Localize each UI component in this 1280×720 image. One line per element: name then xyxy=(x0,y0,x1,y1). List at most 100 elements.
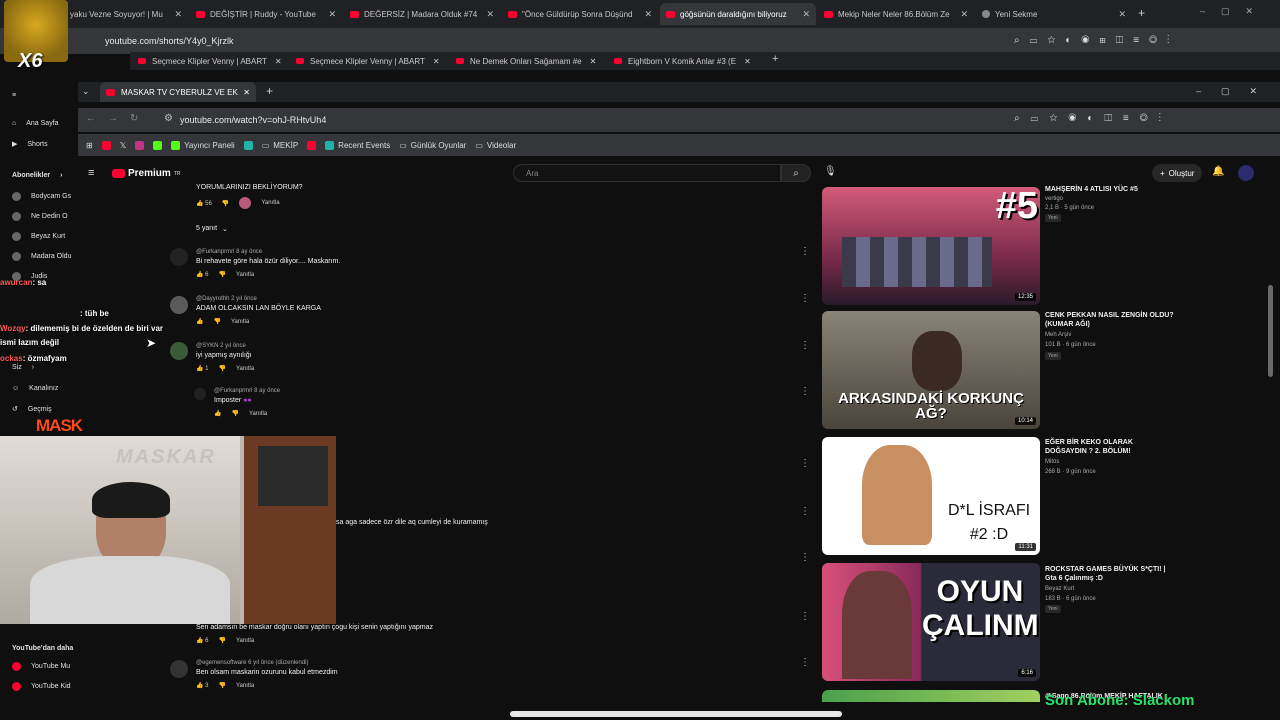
second-tab-1[interactable]: Seçmece Klipler Venny | ABART ✕ xyxy=(296,53,442,69)
video-title[interactable]: CENK PEKKAN NASIL ZENGİN OLDU? (KUMAR AĞ… xyxy=(1045,311,1175,329)
bookmark-daily-games[interactable]: ▭ Günlük Oyunlar xyxy=(399,141,466,150)
bookmark-kick[interactable] xyxy=(153,140,163,150)
close-icon[interactable]: ✕ xyxy=(168,9,182,20)
avatar[interactable] xyxy=(170,296,188,314)
bookmark-misc[interactable] xyxy=(243,140,253,150)
replies-toggle[interactable]: 5 yanıt ⌄ xyxy=(196,225,228,233)
second-tab-0[interactable]: Seçmece Klipler Venny | ABART ✕ xyxy=(138,53,284,69)
bookmark-youtube-2[interactable] xyxy=(307,140,317,150)
outer-url-text[interactable]: youtube.com/shorts/Y4y0_Kjrzlk xyxy=(105,36,234,46)
close-icon[interactable]: ✕ xyxy=(796,9,810,20)
video-channel[interactable]: vertigo xyxy=(1045,195,1175,204)
sidebar-item-yt-kids[interactable]: YouTube Kid xyxy=(12,682,71,691)
more-options-icon[interactable]: ⋮ xyxy=(800,611,810,622)
youtube-logo[interactable]: Premium TR xyxy=(112,168,180,179)
video-channel[interactable]: Beyaz Kurt xyxy=(1045,585,1175,594)
like-icon[interactable]: 👍 xyxy=(214,410,221,417)
bookmark-videos[interactable]: ▭ Videolar xyxy=(475,141,516,150)
video-title[interactable]: EĞER BİR KEKO OLARAK DOĞSAYDIN ? 2. BÖLÜ… xyxy=(1045,438,1175,456)
sidebar-sub-2[interactable]: Beyaz Kurt xyxy=(12,232,65,241)
dislike-icon[interactable]: 👎 xyxy=(218,365,225,372)
dislike-icon[interactable]: 👎 xyxy=(222,200,229,207)
scrollbar-thumb[interactable] xyxy=(1268,285,1273,377)
bookmark-mekip[interactable]: ▭ MEKİP xyxy=(262,141,298,150)
sidebar-item-home[interactable]: ⌂ Ana Sayfa xyxy=(12,120,59,127)
more-options-icon[interactable]: ⋮ xyxy=(800,506,810,517)
like-icon[interactable]: 👍 56 xyxy=(196,200,212,207)
close-icon[interactable]: ✕ xyxy=(433,57,440,66)
bookmark-instagram[interactable] xyxy=(135,140,145,150)
avatar[interactable] xyxy=(194,388,206,400)
sidebar-item-you[interactable]: Siz › xyxy=(12,364,34,371)
video-title[interactable]: ROCKSTAR GAMES BÜYÜK S*ÇTI! | Gta 6 Çalı… xyxy=(1045,565,1175,583)
sidebar-sub-3[interactable]: Madara Oldu xyxy=(12,252,71,261)
bookmark-youtube[interactable] xyxy=(101,140,111,150)
outer-tab-1[interactable]: DEĞİŞTİR | Ruddy - YouTube ✕ xyxy=(190,3,342,25)
close-icon[interactable]: ✕ xyxy=(954,9,968,20)
reply-button[interactable]: Yanıtla xyxy=(236,366,254,372)
nav-buttons[interactable]: ←→↻ xyxy=(86,113,150,124)
comment-author[interactable]: @SYKN xyxy=(196,343,218,349)
sidebar-item-yt-music[interactable]: YouTube Mu xyxy=(12,662,70,671)
avatar[interactable] xyxy=(1238,165,1254,181)
inner-url-text[interactable]: youtube.com/watch?v=ohJ-RHtvUh4 xyxy=(180,115,326,125)
more-options-icon[interactable]: ⋮ xyxy=(800,246,810,257)
window-controls[interactable]: –▢✕ xyxy=(1196,86,1277,97)
comment-author[interactable]: @egemensoftware xyxy=(196,660,246,666)
close-icon[interactable]: ✕ xyxy=(590,57,597,66)
create-button[interactable]: + Oluştur xyxy=(1152,164,1203,182)
search-input[interactable]: Ara xyxy=(513,164,781,182)
search-button[interactable]: ⌕ xyxy=(781,164,811,182)
outer-tab-4-active[interactable]: göğsünün daraldığını biliyoruz ✕ xyxy=(660,3,816,25)
apps-icon[interactable]: ⊞ xyxy=(86,141,93,150)
reply-button[interactable]: Yanıtla xyxy=(236,272,254,278)
sidebar-item-shorts[interactable]: ▶ Shorts xyxy=(12,140,48,149)
video-title[interactable]: MAHŞERİN 4 ATLISI YÜC #5 xyxy=(1045,185,1175,194)
video-thumbnail[interactable]: OYUN ÇALINMIŞ 6:16 xyxy=(822,563,1040,681)
more-options-icon[interactable]: ⋮ xyxy=(800,386,810,397)
dislike-icon[interactable]: 👎 xyxy=(218,271,225,278)
like-icon[interactable]: 👍 1 xyxy=(196,365,208,372)
reply-button[interactable]: Yanıtla xyxy=(236,683,254,689)
second-tab-3[interactable]: Eightborn V Komik Anlar #3 (E ✕ xyxy=(614,53,760,69)
outer-tab-6[interactable]: Yeni Sekme ✕ xyxy=(976,3,1132,25)
bell-icon[interactable]: 🔔 xyxy=(1212,166,1224,177)
close-icon[interactable]: ✕ xyxy=(1112,9,1126,20)
close-icon[interactable]: ✕ xyxy=(275,57,282,66)
reply-button[interactable]: Yanıtla xyxy=(261,200,279,206)
new-tab-button[interactable]: + xyxy=(1138,6,1145,20)
toolbar-icons[interactable]: ⌕▭☆◐◉⊞◫≡◎⋮ xyxy=(1014,35,1180,46)
close-icon[interactable]: ✕ xyxy=(480,9,494,20)
video-thumbnail[interactable]: #5 12:35 xyxy=(822,187,1040,305)
sidebar-item-channel[interactable]: ☺ Kanalınız xyxy=(12,385,58,392)
mic-icon[interactable]: 🎙 xyxy=(824,166,837,177)
bookmark-x[interactable]: 𝕏 xyxy=(120,141,126,150)
dislike-icon[interactable]: 👎 xyxy=(231,410,238,417)
outer-tab-3[interactable]: "Önce Güldürüp Sonra Düşünd ✕ xyxy=(502,3,658,25)
bookmark-recent-events[interactable]: Recent Events xyxy=(325,140,390,150)
menu-icon[interactable]: ≡ xyxy=(88,167,94,179)
avatar[interactable] xyxy=(170,660,188,678)
like-icon[interactable]: 👍 6 xyxy=(196,271,208,278)
avatar[interactable] xyxy=(170,342,188,360)
comment-author[interactable]: @Furkanprmrl xyxy=(214,388,252,394)
window-controls[interactable]: –▢✕ xyxy=(1200,6,1269,17)
comment-author[interactable]: @Dayyrothh xyxy=(196,296,229,302)
close-icon[interactable]: ✕ xyxy=(744,57,751,66)
more-options-icon[interactable]: ⋮ xyxy=(800,340,810,351)
avatar[interactable] xyxy=(170,248,188,266)
reply-button[interactable]: Yanıtla xyxy=(249,411,267,417)
comment-author[interactable]: @Furkanprmrl xyxy=(196,249,234,255)
bookmark-panel[interactable]: Yayıncı Paneli xyxy=(171,140,235,150)
video-progress-bar[interactable] xyxy=(510,711,842,717)
more-options-icon[interactable]: ⋮ xyxy=(800,293,810,304)
tab-search-chevron-icon[interactable]: ⌄ xyxy=(82,86,90,97)
new-tab-button[interactable]: + xyxy=(772,53,778,65)
reply-button[interactable]: Yanıtla xyxy=(231,319,249,325)
close-icon[interactable]: ✕ xyxy=(638,9,652,20)
outer-tab-0[interactable]: yaku Vezne Soyuyor! | Mu ✕ xyxy=(64,3,188,25)
more-options-icon[interactable]: ⋮ xyxy=(800,458,810,469)
video-channel[interactable]: Mitos xyxy=(1045,458,1175,467)
more-options-icon[interactable]: ⋮ xyxy=(800,552,810,563)
more-options-icon[interactable]: ⋮ xyxy=(800,657,810,668)
